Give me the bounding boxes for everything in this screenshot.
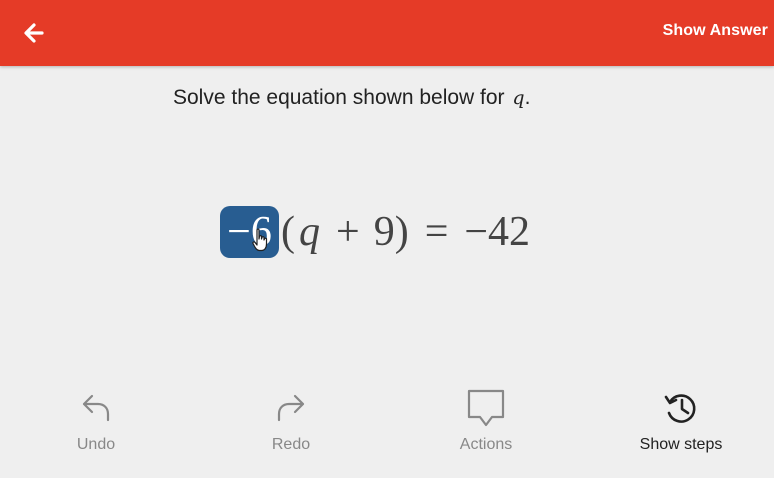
equation-constant[interactable]: 9	[374, 208, 395, 256]
show-steps-label: Show steps	[639, 436, 723, 453]
prompt-variable: q	[512, 87, 525, 109]
equation-term-coefficient[interactable]: −6	[220, 206, 279, 258]
equation-equals[interactable]: =	[425, 208, 449, 256]
top-bar: Show Answer	[0, 0, 774, 66]
bottom-toolbar: Undo Redo Actions Show steps	[0, 380, 774, 478]
arrow-left-icon	[24, 23, 44, 43]
undo-label: Undo	[76, 436, 116, 453]
problem-prompt: Solve the equation shown below for q.	[173, 86, 530, 110]
redo-label: Redo	[271, 436, 311, 453]
prompt-period: .	[524, 86, 531, 109]
equation-plus-operator[interactable]: +	[336, 208, 360, 256]
actions-button[interactable]: Actions	[411, 388, 561, 454]
undo-arrow-icon	[82, 394, 110, 422]
redo-arrow-icon	[277, 394, 305, 422]
undo-button[interactable]: Undo	[21, 388, 171, 454]
equation: −6 ( q + 9 ) = −42	[220, 204, 530, 260]
equation-rhs[interactable]: −42	[464, 208, 530, 256]
redo-button[interactable]: Redo	[216, 388, 366, 454]
equation-open-paren: (	[281, 209, 295, 255]
history-clock-icon	[664, 394, 696, 423]
show-steps-button[interactable]: Show steps	[606, 388, 756, 454]
app-root: Show Answer Solve the equation shown bel…	[0, 0, 774, 478]
hand-cursor-icon	[252, 228, 268, 252]
back-button[interactable]	[20, 19, 48, 47]
prompt-text: Solve the equation shown below for	[173, 86, 505, 109]
actions-label: Actions	[459, 436, 513, 453]
show-answer-button[interactable]: Show Answer	[663, 22, 768, 40]
speech-bubble-icon	[467, 389, 505, 427]
equation-variable[interactable]: q	[299, 208, 320, 256]
equation-close-paren: )	[394, 209, 409, 255]
